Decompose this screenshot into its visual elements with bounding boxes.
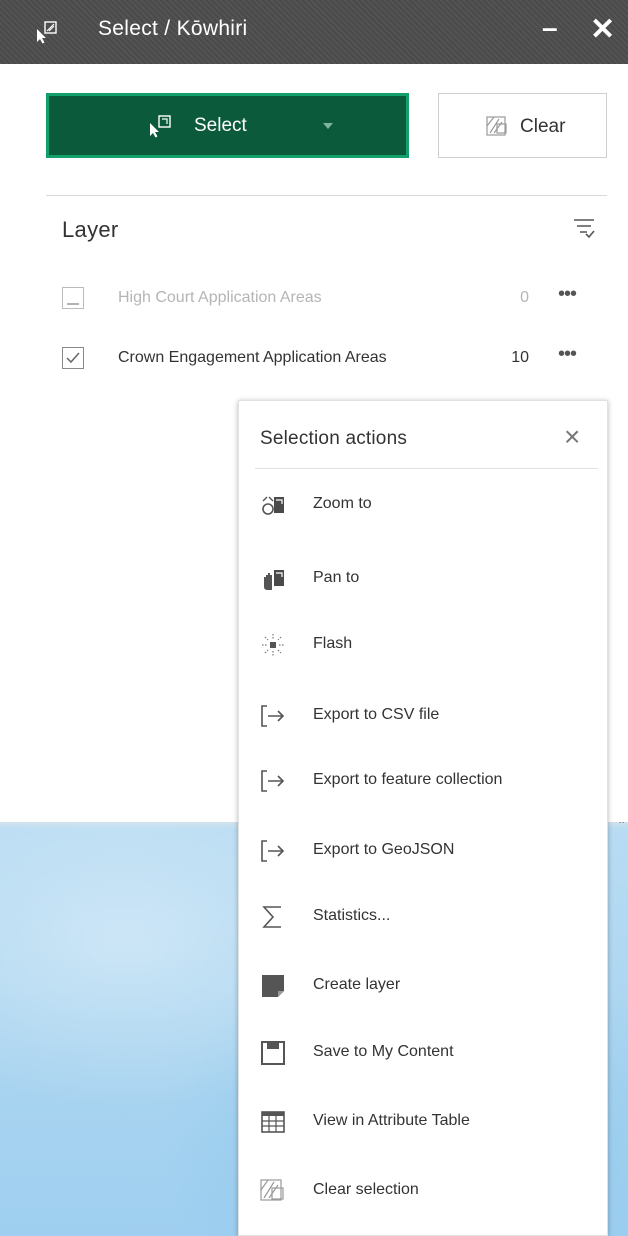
close-icon[interactable]: ×: [564, 421, 580, 453]
more-options-icon[interactable]: •••: [558, 343, 577, 366]
action-flash[interactable]: Flash: [259, 625, 604, 665]
table-icon: [261, 1111, 285, 1133]
selection-actions-popup: Selection actions × Zoom to Pan to Flash: [238, 400, 608, 1236]
select-button[interactable]: Select: [46, 93, 409, 158]
export-icon: [261, 770, 285, 792]
popup-title: Selection actions: [260, 428, 408, 449]
action-label: View in Attribute Table: [313, 1112, 470, 1129]
action-label: Zoom to: [313, 495, 372, 512]
action-label: Pan to: [313, 569, 360, 586]
action-export-csv[interactable]: Export to CSV file: [259, 696, 604, 736]
more-options-icon[interactable]: •••: [558, 283, 577, 306]
layer-selected-count: 10: [511, 349, 529, 366]
action-label: Export to feature collection: [313, 771, 503, 788]
widget-title: Select / Kōwhiri: [98, 17, 248, 40]
select-button-label: Select: [194, 115, 247, 136]
action-label: Save to My Content: [313, 1043, 454, 1060]
layer-selected-count: 0: [520, 289, 529, 306]
action-label: Statistics...: [313, 907, 391, 924]
layer-heading: Layer: [62, 217, 119, 242]
close-button[interactable]: ✕: [590, 12, 615, 47]
action-label: Flash: [313, 635, 353, 652]
clear-selection-icon: [486, 116, 507, 136]
sigma-icon: [262, 906, 281, 928]
layer-checkbox[interactable]: [62, 347, 84, 369]
action-pan-to[interactable]: Pan to: [259, 559, 604, 599]
layer-row-high-court[interactable]: High Court Application Areas 0 •••: [62, 283, 622, 313]
action-zoom-to[interactable]: Zoom to: [259, 485, 604, 525]
clear-button[interactable]: Clear: [438, 93, 607, 158]
action-statistics[interactable]: Statistics...: [259, 897, 604, 937]
action-save-to-my-content[interactable]: Save to My Content: [259, 1033, 604, 1073]
action-label: Export to GeoJSON: [313, 841, 455, 858]
popup-divider: [255, 468, 598, 469]
action-export-feature-collection[interactable]: Export to feature collection: [259, 761, 604, 801]
layer-checkbox[interactable]: [62, 287, 84, 309]
action-create-layer[interactable]: Create layer: [259, 966, 604, 1006]
export-icon: [261, 705, 285, 727]
filter-list-icon[interactable]: [571, 215, 597, 241]
clear-selection-icon: [260, 1179, 284, 1201]
layer-name: High Court Application Areas: [118, 289, 322, 306]
minimize-button[interactable]: –: [542, 12, 558, 44]
create-layer-icon: [262, 975, 284, 997]
action-view-attribute-table[interactable]: View in Attribute Table: [259, 1102, 604, 1142]
chevron-down-icon[interactable]: [323, 123, 333, 129]
layer-name: Crown Engagement Application Areas: [118, 349, 387, 366]
action-clear-selection[interactable]: Clear selection: [259, 1171, 604, 1211]
section-divider: [46, 195, 607, 196]
widget-title-bar: Select / Kōwhiri – ✕: [0, 0, 628, 64]
flash-icon: [262, 634, 284, 656]
pan-to-icon: [264, 570, 284, 590]
action-export-geojson[interactable]: Export to GeoJSON: [259, 831, 604, 871]
select-tool-icon: [150, 115, 171, 138]
action-label: Export to CSV file: [313, 706, 440, 723]
action-label: Clear selection: [313, 1181, 419, 1198]
action-label: Create layer: [313, 976, 401, 993]
zoom-to-icon: [262, 496, 284, 515]
checkmark-icon: [66, 352, 80, 364]
layer-row-crown-engagement[interactable]: Crown Engagement Application Areas 10 ••…: [62, 343, 622, 373]
export-icon: [261, 840, 285, 862]
select-tool-icon: [37, 21, 57, 44]
layer-unchecked-icon: [67, 303, 79, 305]
save-icon: [261, 1041, 285, 1065]
clear-button-label: Clear: [520, 116, 566, 137]
